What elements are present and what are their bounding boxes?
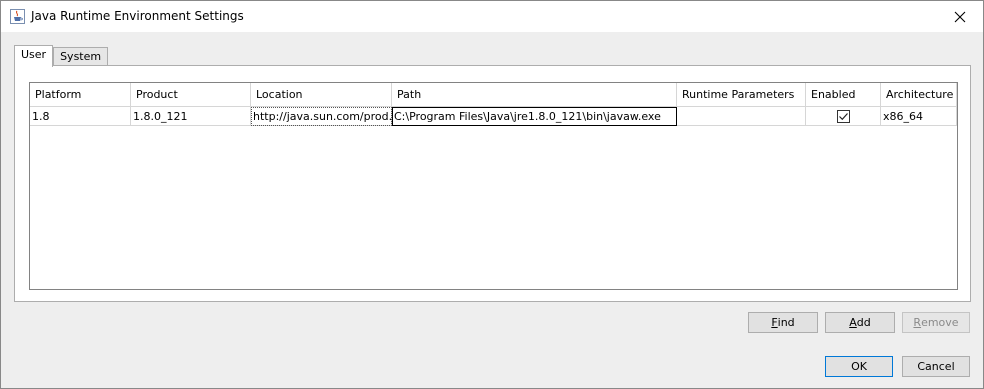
- column-header-location[interactable]: Location: [251, 83, 392, 106]
- tab-user[interactable]: User: [14, 45, 54, 67]
- cell-location[interactable]: http://java.sun.com/prod...: [251, 107, 392, 126]
- cancel-button[interactable]: Cancel: [902, 356, 970, 377]
- jre-settings-window: Java Runtime Environment Settings User S…: [0, 0, 984, 389]
- column-header-path[interactable]: Path: [392, 83, 677, 106]
- add-button[interactable]: Add: [825, 312, 895, 333]
- remove-label: emove: [921, 316, 959, 329]
- find-label: ind: [777, 316, 795, 329]
- table-row[interactable]: 1.8 1.8.0_121 http://java.sun.com/prod..…: [30, 107, 957, 126]
- close-button[interactable]: [937, 1, 983, 32]
- checkmark-icon: [838, 112, 848, 120]
- ok-button[interactable]: OK: [825, 356, 893, 377]
- remove-button[interactable]: Remove: [902, 312, 970, 333]
- cell-platform[interactable]: 1.8: [30, 107, 131, 126]
- title-bar[interactable]: Java Runtime Environment Settings: [1, 1, 983, 32]
- cell-path[interactable]: C:\Program Files\Java\jre1.8.0_121\bin\j…: [392, 107, 677, 126]
- table-header: Platform Product Location Path Runtime P…: [30, 83, 957, 107]
- jre-table[interactable]: Platform Product Location Path Runtime P…: [29, 82, 958, 290]
- cell-product[interactable]: 1.8.0_121: [131, 107, 251, 126]
- enabled-checkbox[interactable]: [836, 109, 850, 123]
- remove-mnemonic: R: [913, 316, 922, 329]
- find-button[interactable]: Find: [748, 312, 818, 333]
- column-header-architecture[interactable]: Architecture: [881, 83, 957, 106]
- column-header-runtime-parameters[interactable]: Runtime Parameters: [677, 83, 806, 106]
- tab-strip: User System: [14, 45, 109, 67]
- java-cup-icon: [10, 9, 25, 24]
- column-header-enabled[interactable]: Enabled: [806, 83, 881, 106]
- add-mnemonic: A: [849, 316, 857, 329]
- tab-system[interactable]: System: [53, 47, 109, 67]
- cell-enabled[interactable]: [806, 107, 881, 126]
- tab-panel-user: Platform Product Location Path Runtime P…: [14, 65, 971, 302]
- column-header-product[interactable]: Product: [131, 83, 251, 106]
- close-icon: [954, 11, 966, 22]
- column-header-platform[interactable]: Platform: [30, 83, 131, 106]
- add-label: dd: [856, 316, 871, 329]
- cell-runtime-parameters[interactable]: [677, 107, 806, 126]
- cell-architecture[interactable]: x86_64: [881, 107, 957, 126]
- window-title: Java Runtime Environment Settings: [31, 9, 244, 23]
